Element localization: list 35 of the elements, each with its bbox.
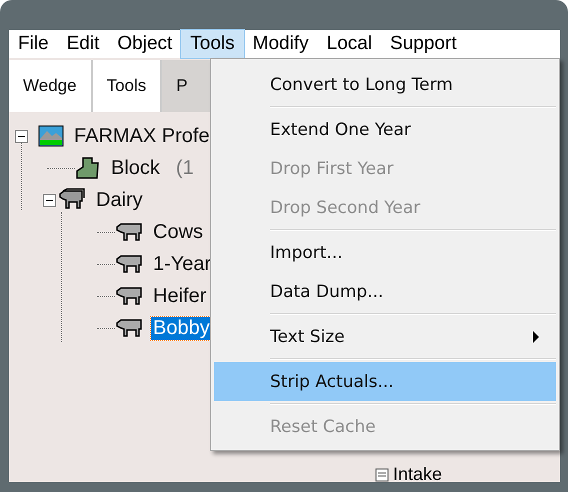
field-shape-icon bbox=[75, 156, 101, 180]
tree-item[interactable]: Dairy bbox=[94, 188, 145, 212]
menu-bar-item[interactable]: Edit bbox=[58, 30, 108, 58]
menu-item[interactable]: Convert to Long Term bbox=[214, 65, 556, 104]
collapse-toggle-icon[interactable] bbox=[43, 194, 56, 206]
menu-bar-item[interactable]: Object bbox=[108, 30, 182, 58]
cow-icon bbox=[115, 318, 143, 338]
menu-item[interactable]: Text Size bbox=[214, 317, 556, 356]
menu-bar-item[interactable]: File bbox=[9, 30, 58, 58]
tree-item[interactable]: Cows bbox=[151, 220, 206, 244]
menu-item[interactable]: Data Dump... bbox=[214, 272, 556, 311]
tab[interactable]: Tools bbox=[92, 60, 162, 112]
landscape-picture-icon bbox=[38, 125, 64, 147]
tree-item[interactable]: 1-Year bbox=[151, 252, 214, 276]
tree-item[interactable]: FARMAX Profe bbox=[72, 124, 212, 148]
menu-item[interactable]: Strip Actuals... bbox=[214, 362, 556, 401]
menu-bar-item[interactable]: Tools bbox=[181, 30, 244, 58]
menu-bar-item[interactable]: Modify bbox=[244, 30, 318, 58]
tree-item[interactable]: Heifer bbox=[151, 284, 208, 308]
cow-icon bbox=[115, 286, 143, 306]
tab[interactable]: Wedge bbox=[9, 60, 93, 112]
list-icon bbox=[375, 468, 389, 482]
menu-item[interactable]: Import... bbox=[214, 233, 556, 272]
cow-icon bbox=[115, 254, 143, 274]
menu-bar-item[interactable]: Local bbox=[318, 30, 382, 58]
area-note: (1 bbox=[176, 156, 194, 180]
tree-item[interactable]: Bobby bbox=[151, 316, 212, 340]
submenu-arrow-icon bbox=[532, 330, 540, 342]
menu-bar-item[interactable]: Support bbox=[381, 30, 466, 58]
cows-icon bbox=[58, 188, 86, 212]
tree-item[interactable]: Intake bbox=[393, 464, 442, 485]
collapse-toggle-icon[interactable] bbox=[15, 130, 28, 142]
tree-item[interactable]: Block bbox=[109, 156, 162, 180]
menu-item[interactable]: Extend One Year bbox=[214, 110, 556, 149]
cow-icon bbox=[115, 222, 143, 242]
